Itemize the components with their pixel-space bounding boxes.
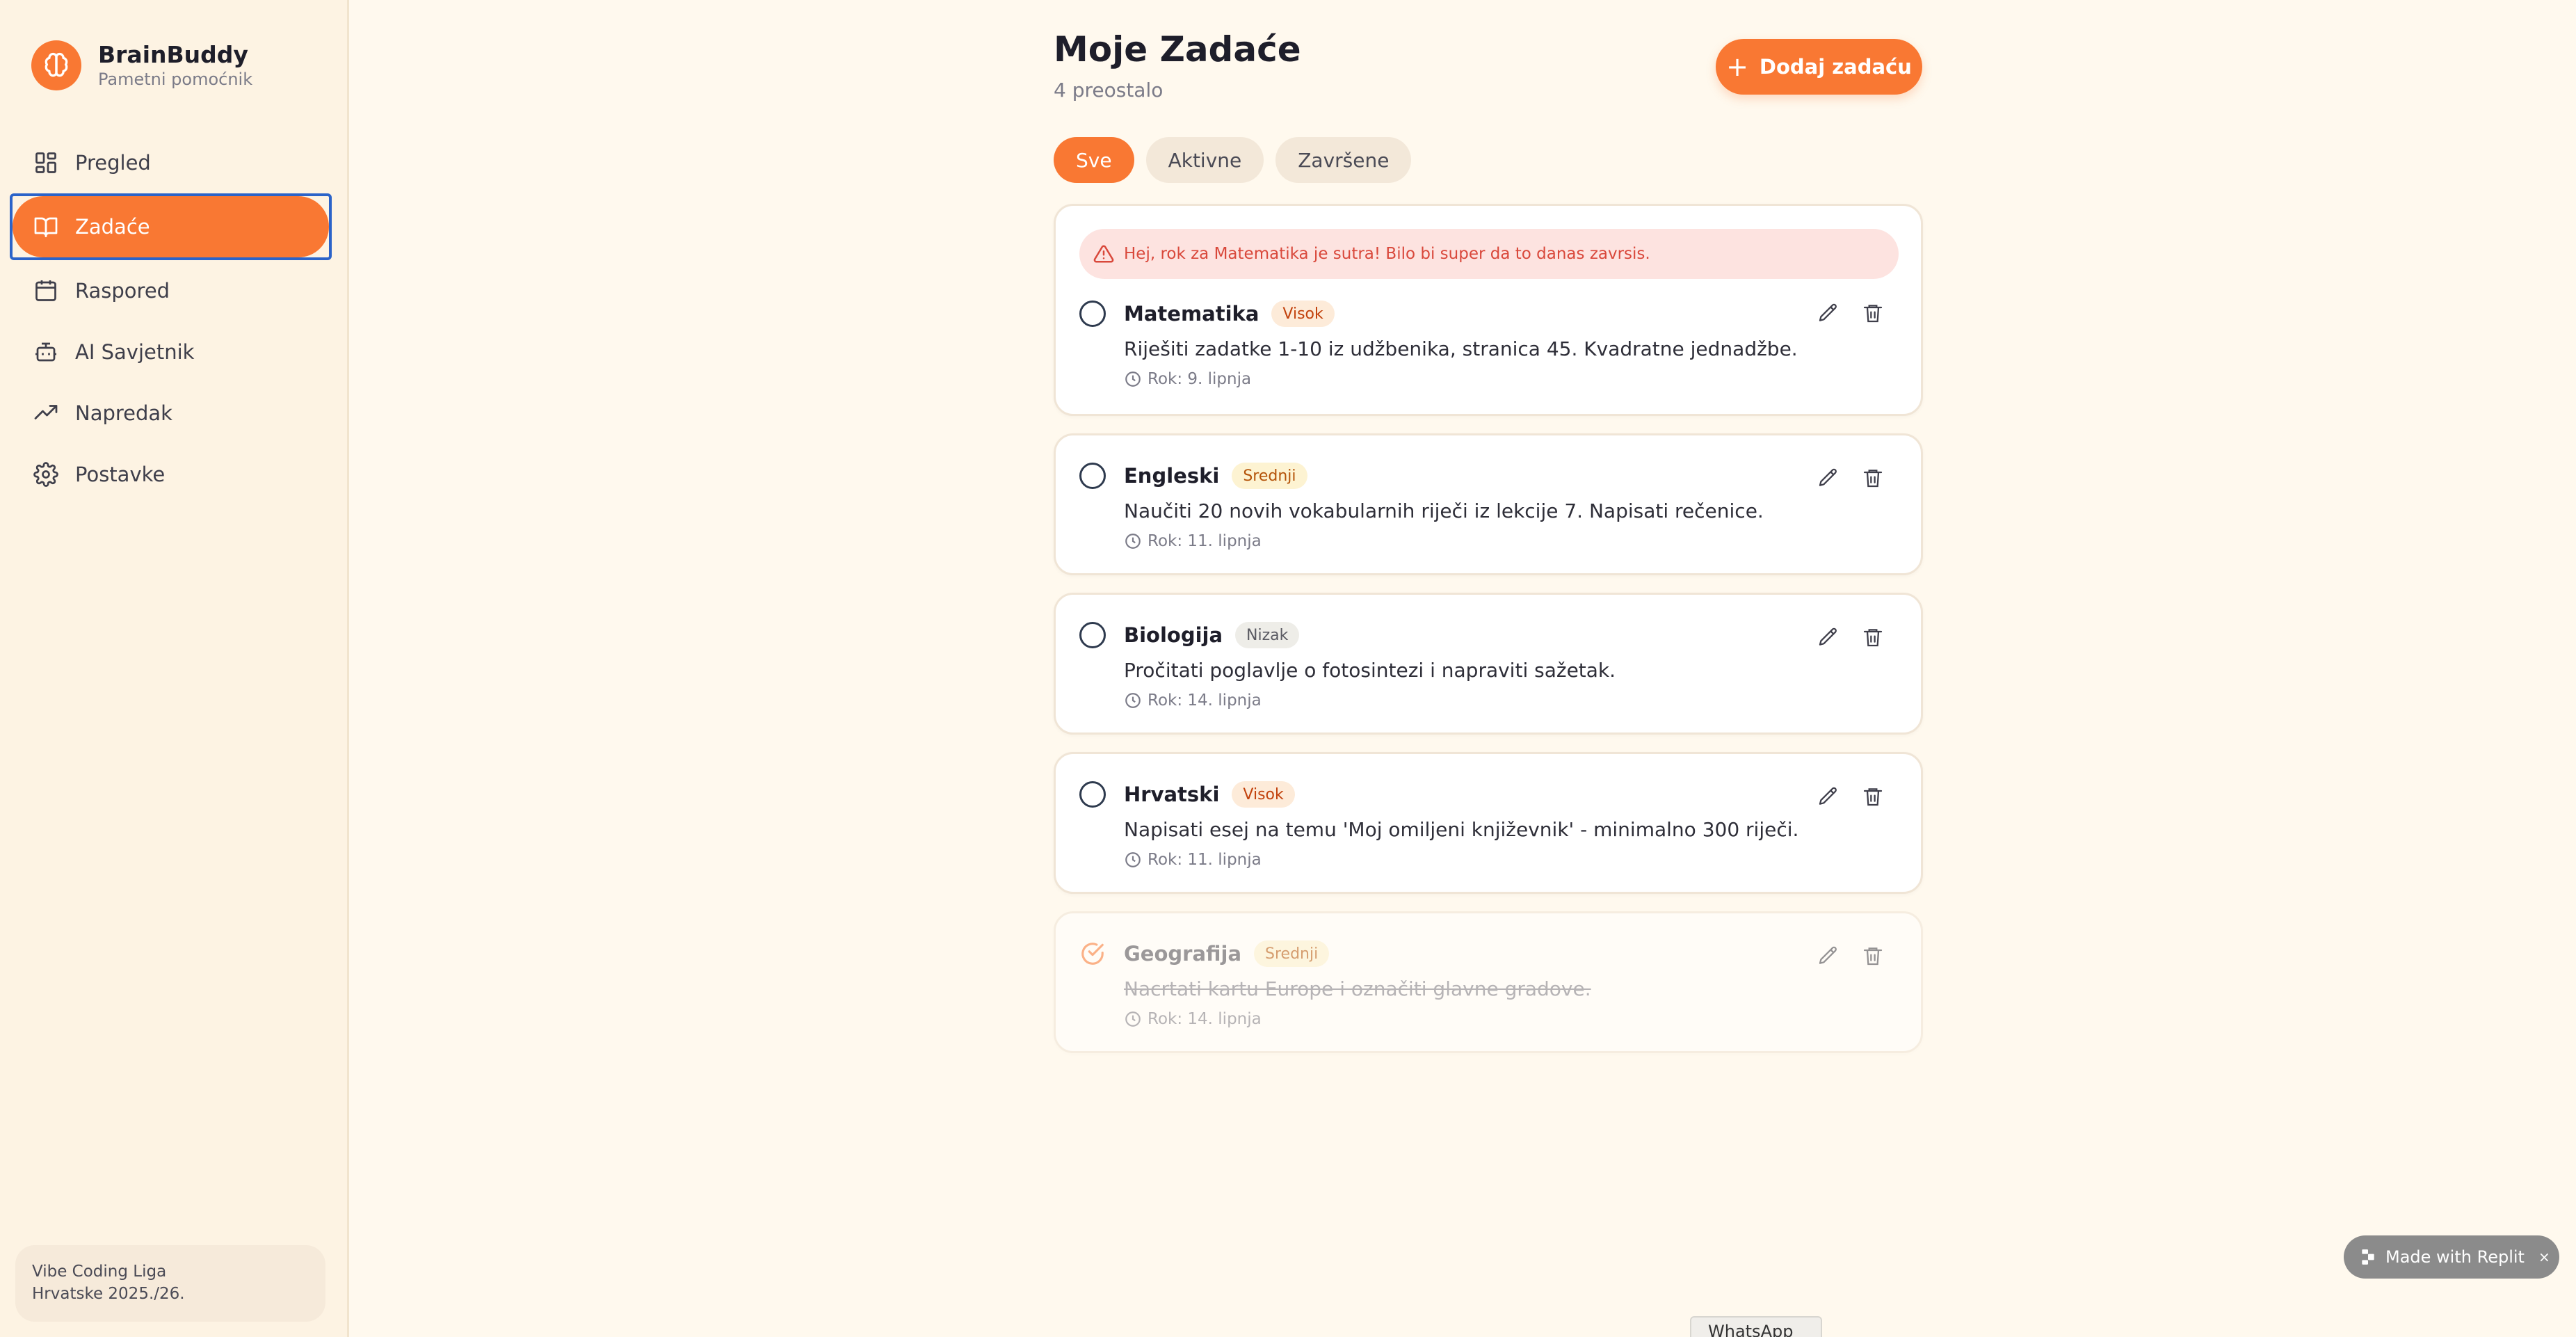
taskbar-whatsapp[interactable]: WhatsApp	[1690, 1316, 1822, 1337]
edit-icon[interactable]	[1815, 624, 1842, 650]
sidebar-item-ai-savjetnik[interactable]: AI Savjetnik	[13, 321, 329, 383]
sidebar-item-pregled[interactable]: Pregled	[13, 132, 329, 193]
task-checkbox[interactable]	[1079, 781, 1106, 808]
sidebar-item-napredak[interactable]: Napredak	[13, 383, 329, 444]
trash-icon[interactable]	[1860, 300, 1886, 326]
task-card: Engleski Srednji Naučiti 20 novih vokabu…	[1054, 433, 1923, 575]
task-checkbox[interactable]	[1079, 622, 1106, 648]
task-due-text: Rok: 9. lipnja	[1148, 370, 1252, 388]
add-task-button[interactable]: + Dodaj zadaću	[1716, 39, 1922, 95]
trash-icon[interactable]	[1860, 943, 1886, 969]
sidebar-footer-card: Vibe Coding Liga Hrvatske 2025./26.	[15, 1245, 325, 1322]
clock-icon	[1124, 691, 1142, 710]
robot-icon	[32, 338, 60, 366]
dashboard-icon	[32, 149, 60, 177]
sidebar-item-label: Postavke	[75, 463, 166, 486]
clock-icon	[1124, 532, 1142, 550]
alert-text: Hej, rok za Matematika je sutra! Bilo bi…	[1124, 245, 1650, 263]
filter-aktivne[interactable]: Aktivne	[1145, 137, 1264, 183]
sidebar: BrainBuddy Pametni pomoćnik Pregled Zada…	[0, 0, 349, 1337]
task-due: Rok: 14. lipnja	[1124, 691, 1616, 710]
task-due: Rok: 14. lipnja	[1124, 1010, 1591, 1028]
gear-icon	[32, 461, 60, 488]
close-icon[interactable]: ×	[2538, 1249, 2550, 1265]
filter-zavrsene[interactable]: Završene	[1275, 137, 1412, 183]
clock-icon	[1124, 851, 1142, 869]
task-title: Hrvatski	[1124, 783, 1220, 806]
trash-icon[interactable]	[1860, 624, 1886, 650]
brand-name: BrainBuddy	[98, 41, 248, 68]
task-description: Napisati esej na temu 'Moj omiljeni knji…	[1124, 818, 1799, 841]
sidebar-item-focus-ring: Zadaće	[10, 193, 332, 260]
task-card: Hrvatski Visok Napisati esej na temu 'Mo…	[1054, 752, 1923, 894]
task-description: Naučiti 20 novih vokabularnih riječi iz …	[1124, 499, 1764, 522]
edit-icon[interactable]	[1815, 465, 1842, 491]
filter-tabs: Sve Aktivne Završene	[1054, 137, 1423, 183]
task-card: Biologija Nizak Pročitati poglavlje o fo…	[1054, 593, 1923, 735]
task-due: Rok: 11. lipnja	[1124, 851, 1798, 869]
sidebar-item-label: AI Savjetnik	[75, 340, 195, 364]
clock-icon	[1124, 370, 1142, 388]
priority-badge: Srednji	[1254, 940, 1330, 967]
task-due-text: Rok: 11. lipnja	[1148, 851, 1262, 869]
footer-line-2: Hrvatske 2025./26.	[32, 1285, 185, 1303]
priority-badge: Nizak	[1235, 622, 1300, 648]
task-checkbox[interactable]	[1079, 463, 1106, 489]
priority-badge: Visok	[1232, 781, 1295, 808]
task-title: Engleski	[1124, 464, 1220, 488]
task-due-text: Rok: 11. lipnja	[1148, 532, 1262, 550]
priority-badge: Visok	[1271, 301, 1335, 327]
app-root: BrainBuddy Pametni pomoćnik Pregled Zada…	[0, 0, 2576, 1337]
task-title: Geografija	[1124, 942, 1242, 966]
book-icon	[32, 213, 60, 241]
task-description: Nacrtati kartu Europe i označiti glavne …	[1124, 977, 1591, 1000]
task-checkbox[interactable]	[1079, 301, 1106, 327]
edit-icon[interactable]	[1815, 943, 1842, 969]
add-task-label: Dodaj zadaću	[1759, 55, 1912, 79]
plus-icon: +	[1726, 51, 1748, 82]
task-list: Hej, rok za Matematika je sutra! Bilo bi…	[1054, 204, 1923, 1071]
trash-icon[interactable]	[1860, 465, 1886, 491]
remaining-count: 4 preostalo	[1054, 79, 1164, 102]
task-description: Riješiti zadatke 1-10 iz udžbenika, stra…	[1124, 337, 1798, 360]
brand[interactable]: BrainBuddy Pametni pomoćnik	[31, 40, 252, 90]
check-circle-icon[interactable]	[1079, 940, 1106, 967]
deadline-alert: Hej, rok za Matematika je sutra! Bilo bi…	[1079, 229, 1899, 279]
task-title: Matematika	[1124, 302, 1259, 326]
filter-sve[interactable]: Sve	[1054, 137, 1134, 183]
sidebar-nav: Pregled Zadaće Raspored AI Savjetnik Nap…	[10, 132, 332, 505]
task-due-text: Rok: 14. lipnja	[1148, 1010, 1262, 1028]
replit-label: Made with Replit	[2385, 1247, 2525, 1267]
task-due-text: Rok: 14. lipnja	[1148, 691, 1262, 710]
sidebar-item-label: Zadaće	[75, 215, 150, 239]
brand-subtitle: Pametni pomoćnik	[98, 70, 253, 89]
brain-icon	[31, 40, 81, 90]
trash-icon[interactable]	[1860, 783, 1886, 810]
calendar-icon	[32, 277, 60, 305]
task-description: Pročitati poglavlje o fotosintezi i napr…	[1124, 659, 1616, 682]
sidebar-item-label: Pregled	[75, 151, 151, 175]
sidebar-item-label: Napredak	[75, 401, 172, 425]
made-with-replit-badge[interactable]: Made with Replit ×	[2344, 1235, 2559, 1279]
footer-line-1: Vibe Coding Liga	[32, 1263, 167, 1281]
trending-up-icon	[32, 399, 60, 427]
replit-icon	[2359, 1248, 2377, 1266]
sidebar-item-zadace[interactable]: Zadaće	[13, 196, 329, 257]
task-title: Biologija	[1124, 623, 1223, 647]
clock-icon	[1124, 1010, 1142, 1028]
task-due: Rok: 9. lipnja	[1124, 370, 1798, 388]
task-due: Rok: 11. lipnja	[1124, 532, 1764, 550]
sidebar-item-raspored[interactable]: Raspored	[13, 260, 329, 321]
edit-icon[interactable]	[1815, 300, 1842, 326]
priority-badge: Srednji	[1232, 463, 1307, 489]
warning-icon	[1093, 243, 1114, 264]
sidebar-item-label: Raspored	[75, 279, 170, 303]
task-card: Hej, rok za Matematika je sutra! Bilo bi…	[1054, 204, 1923, 416]
task-card-done: Geografija Srednji Nacrtati kartu Europe…	[1054, 911, 1923, 1053]
edit-icon[interactable]	[1815, 783, 1842, 810]
page-title: Moje Zadaće	[1054, 29, 1301, 70]
sidebar-item-postavke[interactable]: Postavke	[13, 444, 329, 505]
